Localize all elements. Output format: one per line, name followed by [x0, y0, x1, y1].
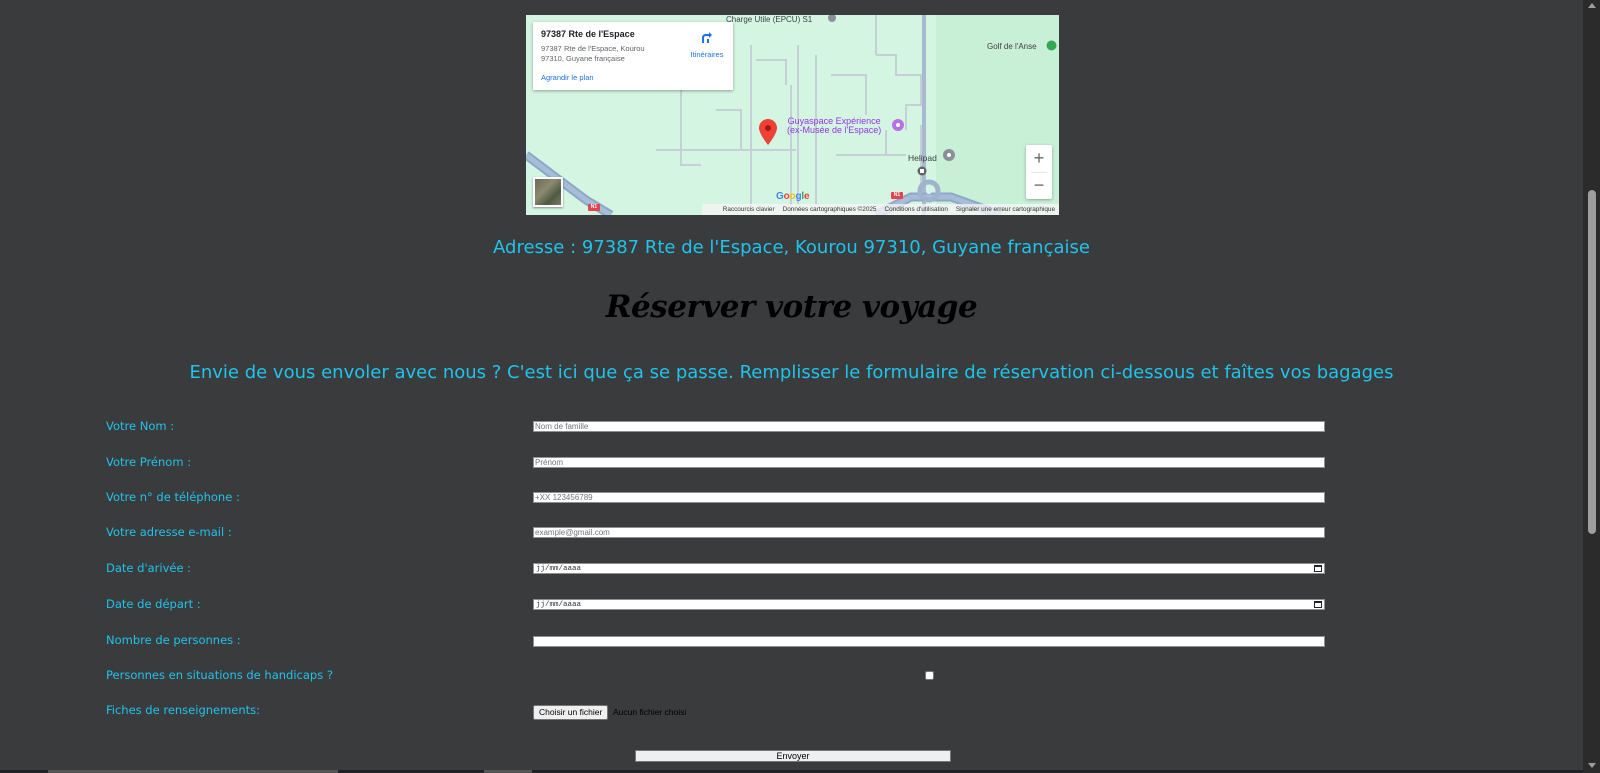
prenom-input[interactable]: Prénom: [533, 457, 1325, 468]
map-label-epcu: Charge Utile (EPCU) S1: [726, 15, 813, 24]
map-label-helipad: Helipad: [908, 153, 937, 163]
place-card: 97387 Rte de l'Espace 97387 Rte de l'Esp…: [533, 22, 733, 90]
vertical-scrollbar[interactable]: [1583, 0, 1600, 773]
email-input[interactable]: example@gmail.com: [533, 527, 1325, 538]
helipad-poi-icon: [943, 149, 955, 161]
map-footer: Raccourcis clavier Données cartographiqu…: [702, 204, 1059, 215]
depart-date-placeholder: jj/mm/aaaa: [536, 600, 582, 609]
road-badge-n1-east: N1: [891, 192, 903, 199]
directions-label: Itinéraires: [690, 50, 724, 59]
arrivee-date-placeholder: jj/mm/aaaa: [536, 564, 582, 573]
address-text: Adresse : 97387 Rte de l'Espace, Kourou …: [493, 237, 1090, 258]
scroll-up-arrow-icon[interactable]: [1588, 3, 1596, 8]
label-personnes: Nombre de personnes :: [106, 633, 241, 647]
map-embed[interactable]: 97387 Rte de l'Espace 97387 Rte de l'Esp…: [526, 15, 1059, 215]
page-title: Réserver votre voyage: [605, 289, 978, 325]
calendar-icon[interactable]: [1314, 601, 1322, 608]
zoom-controls: + −: [1026, 145, 1052, 199]
depart-date-input[interactable]: jj/mm/aaaa: [533, 599, 1325, 610]
submit-button[interactable]: Envoyer: [635, 750, 951, 762]
telephone-input[interactable]: +XX 123456789: [533, 492, 1325, 503]
calendar-icon[interactable]: [1314, 565, 1322, 572]
terms-link[interactable]: Conditions d'utilisation: [884, 206, 947, 213]
personnes-input[interactable]: [533, 636, 1325, 647]
road-badge-n1: N1: [588, 204, 600, 211]
map-label-golf: Golf de l'Anse: [987, 42, 1037, 51]
poi-icon: [828, 15, 836, 22]
label-arrivee: Date d'arivée :: [106, 561, 192, 575]
label-email: Votre adresse e-mail :: [106, 525, 232, 539]
transit-icon: [917, 166, 927, 176]
zoom-in-button[interactable]: +: [1026, 145, 1052, 172]
museum-poi-icon: [892, 119, 904, 131]
file-status-text: Aucun fichier choisi: [613, 707, 687, 717]
satellite-thumbnail[interactable]: [533, 177, 563, 207]
guyaspace-line2: (ex-Musée de l'Espace): [787, 125, 882, 135]
golf-poi-icon: [1046, 40, 1057, 51]
map-label-guyaspace[interactable]: Guyaspace Expérience (ex-Musée de l'Espa…: [787, 117, 881, 135]
directions-icon: [702, 32, 712, 43]
map-pin-icon[interactable]: [759, 119, 777, 145]
handicap-checkbox[interactable]: [925, 671, 934, 680]
label-nom: Votre Nom :: [106, 419, 175, 433]
zoom-separator: [1031, 172, 1047, 173]
place-title: 97387 Rte de l'Espace: [541, 29, 635, 39]
choose-file-button[interactable]: Choisir un fichier: [533, 705, 609, 720]
place-address-line2: 97310, Guyane française: [541, 54, 625, 63]
label-prenom: Votre Prénom :: [106, 455, 192, 469]
label-telephone: Votre n° de téléphone :: [106, 490, 240, 504]
google-logo: Google: [776, 191, 810, 202]
scroll-down-arrow-icon[interactable]: [1588, 763, 1596, 768]
zoom-out-button[interactable]: −: [1026, 172, 1052, 199]
label-fiches: Fiches de renseignements:: [106, 703, 261, 717]
report-error-link[interactable]: Signaler une erreur cartographique: [956, 206, 1055, 213]
directions-button[interactable]: Itinéraires: [685, 30, 729, 59]
place-address-line1: 97387 Rte de l'Espace, Kourou: [541, 44, 645, 53]
label-handicap: Personnes en situations de handicaps ?: [106, 668, 333, 682]
label-depart: Date de départ :: [106, 597, 201, 611]
keyboard-shortcuts-link[interactable]: Raccourcis clavier: [723, 206, 775, 213]
map-data-link[interactable]: Données cartographiques ©2025: [783, 206, 877, 213]
arrivee-date-input[interactable]: jj/mm/aaaa: [533, 563, 1325, 574]
scrollbar-thumb[interactable]: [1588, 190, 1596, 534]
intro-text: Envie de vous envoler avec nous ? C'est …: [189, 362, 1394, 383]
enlarge-map-link[interactable]: Agrandir le plan: [541, 73, 594, 82]
nom-input[interactable]: Nom de famille: [533, 421, 1325, 432]
page: 97387 Rte de l'Espace 97387 Rte de l'Esp…: [0, 0, 1583, 773]
